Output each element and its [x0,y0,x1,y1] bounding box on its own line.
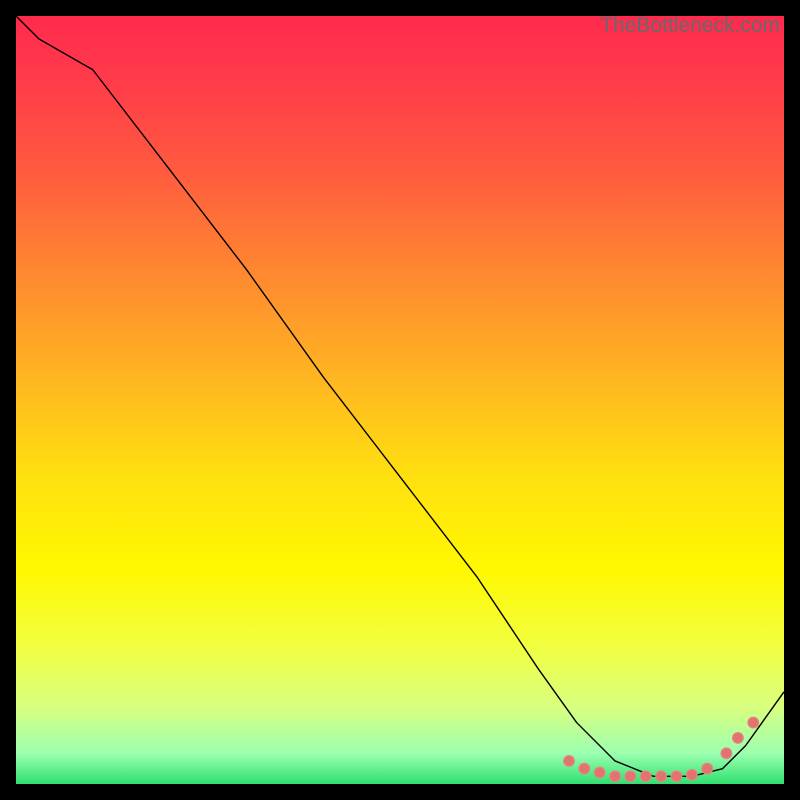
plot-area: TheBottleneck.com [16,16,784,784]
data-point [702,763,713,774]
data-point [610,771,621,782]
data-point [721,748,732,759]
data-point [671,771,682,782]
data-point [748,717,759,728]
data-point [640,771,651,782]
data-point [594,767,605,778]
bottleneck-curve-path [16,16,784,776]
data-point [686,769,697,780]
chart-svg [16,16,784,784]
data-point [579,763,590,774]
chart-frame: TheBottleneck.com [0,0,800,800]
data-point [564,756,575,767]
data-point [656,771,667,782]
data-point [733,733,744,744]
markers-layer [564,717,759,782]
curve-layer [16,16,784,776]
data-point [625,771,636,782]
